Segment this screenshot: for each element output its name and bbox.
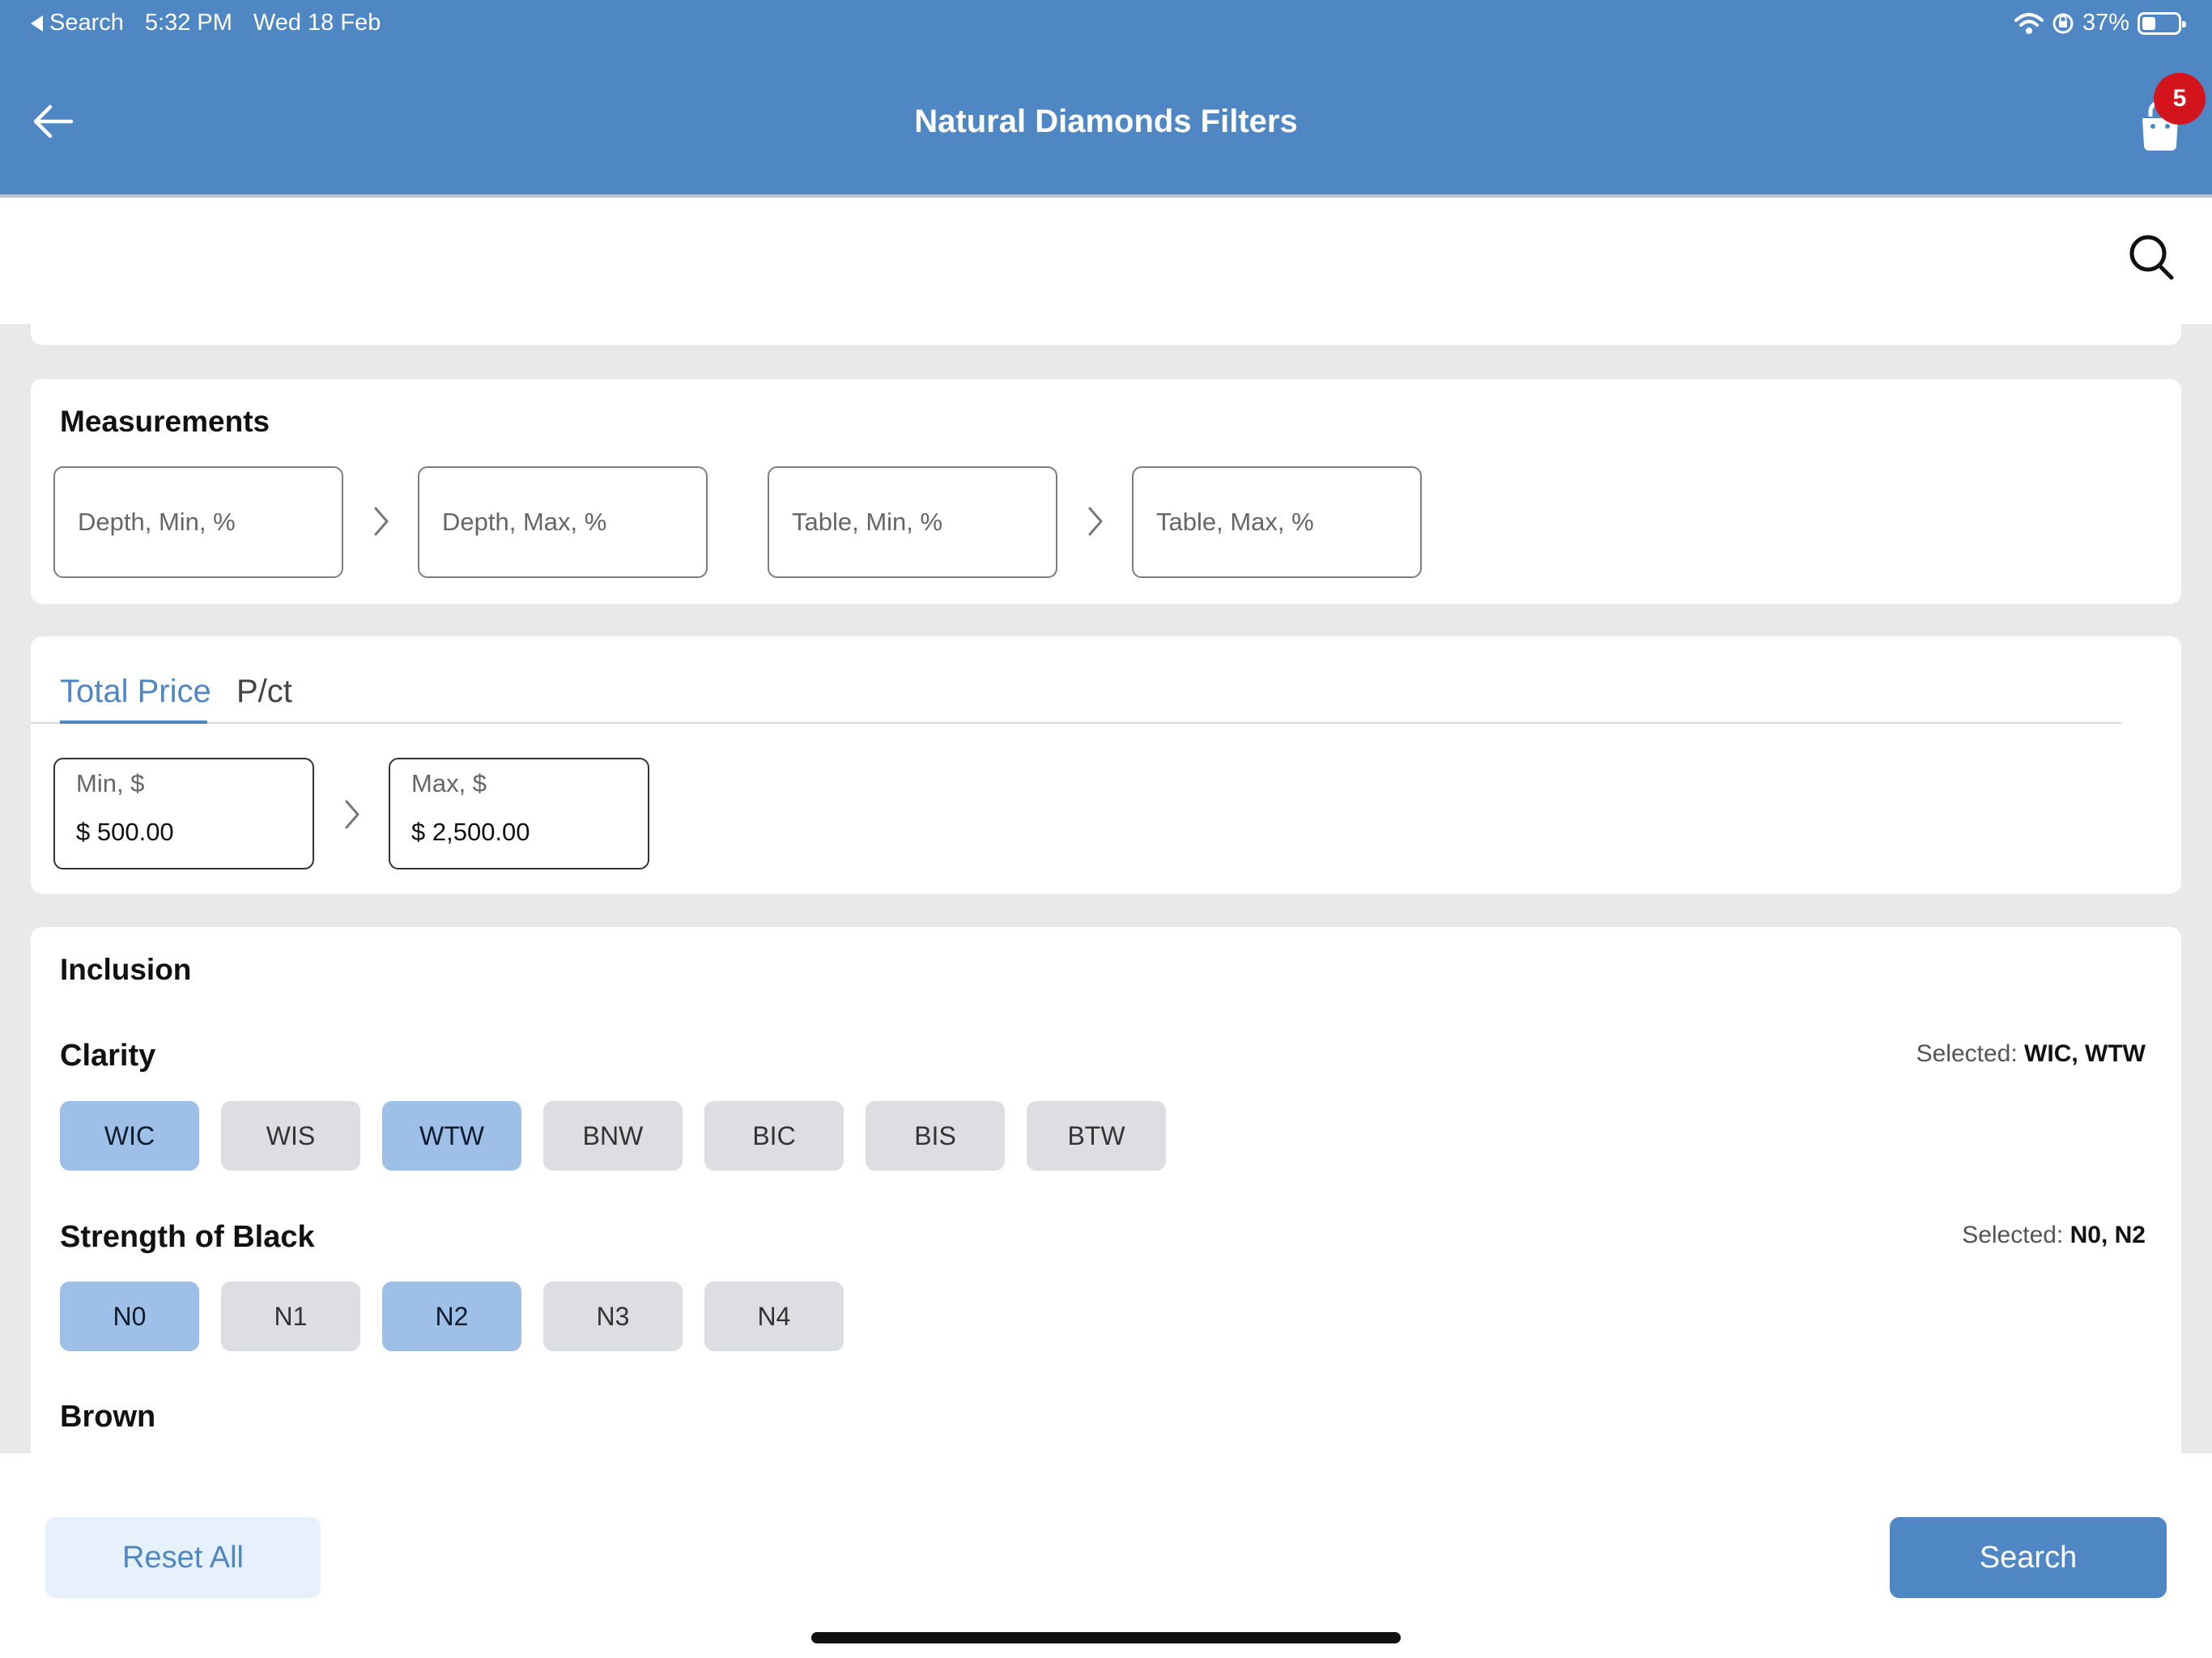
cart-count-badge: 5 bbox=[2154, 73, 2206, 125]
price-max-value: $ 2,500.00 bbox=[411, 818, 530, 846]
inclusion-title: Inclusion bbox=[60, 953, 192, 986]
orientation-lock-icon bbox=[2052, 13, 2074, 33]
depth-min-placeholder: Depth, Min, % bbox=[78, 508, 236, 536]
tab-total-price[interactable]: Total Price bbox=[60, 674, 211, 710]
clarity-chip-btw[interactable]: BTW bbox=[1027, 1101, 1166, 1171]
clarity-chip-bic[interactable]: BIC bbox=[704, 1101, 844, 1171]
reset-all-button[interactable]: Reset All bbox=[45, 1517, 321, 1598]
battery-fill bbox=[2142, 16, 2155, 30]
clarity-selected-label: Selected: bbox=[1916, 1040, 2018, 1067]
back-triangle-icon bbox=[31, 15, 43, 32]
back-to-search-link[interactable]: Search bbox=[31, 10, 124, 36]
tab-divider bbox=[31, 722, 2121, 724]
tab-price-per-carat[interactable]: P/ct bbox=[236, 674, 292, 710]
strength-chip-n4[interactable]: N4 bbox=[704, 1282, 844, 1351]
clarity-chip-wic[interactable]: WIC bbox=[60, 1101, 199, 1171]
chevron-right-icon bbox=[374, 507, 389, 536]
price-max-field[interactable]: Max, $ $ 2,500.00 bbox=[389, 758, 649, 869]
strength-selected-label: Selected: bbox=[1962, 1222, 2064, 1248]
clarity-title: Clarity bbox=[60, 1039, 156, 1073]
strength-chip-n0[interactable]: N0 bbox=[60, 1282, 199, 1351]
active-tab-indicator bbox=[60, 721, 207, 724]
table-min-field[interactable]: Table, Min, % bbox=[768, 466, 1057, 578]
clarity-chip-bis[interactable]: BIS bbox=[866, 1101, 1005, 1171]
clarity-selected: Selected: WIC, WTW bbox=[1916, 1040, 2146, 1068]
table-max-placeholder: Table, Max, % bbox=[1156, 508, 1314, 536]
clarity-chip-wis[interactable]: WIS bbox=[221, 1101, 360, 1171]
strength-chip-n1[interactable]: N1 bbox=[221, 1282, 360, 1351]
search-icon[interactable] bbox=[2128, 233, 2175, 282]
depth-max-placeholder: Depth, Max, % bbox=[442, 508, 607, 536]
clarity-chip-wtw[interactable]: WTW bbox=[382, 1101, 521, 1171]
strength-chip-n2[interactable]: N2 bbox=[382, 1282, 521, 1351]
measurements-title: Measurements bbox=[60, 405, 270, 438]
status-date: Wed 18 Feb bbox=[253, 10, 381, 36]
chevron-right-icon bbox=[1088, 507, 1103, 536]
home-indicator[interactable] bbox=[811, 1632, 1401, 1643]
status-time: 5:32 PM bbox=[144, 10, 232, 36]
price-max-label: Max, $ bbox=[411, 769, 487, 797]
strength-selected-values: N0, N2 bbox=[2069, 1222, 2146, 1248]
back-to-search-label: Search bbox=[49, 10, 124, 36]
inclusion-card: Inclusion Clarity Selected: WIC, WTW WIC… bbox=[31, 927, 2181, 1453]
price-card: Total Price P/ct Min, $ $ 500.00 Max, $ … bbox=[31, 636, 2181, 894]
chevron-right-icon bbox=[345, 800, 359, 829]
search-bar[interactable] bbox=[0, 198, 2212, 324]
clarity-selected-values: WIC, WTW bbox=[2024, 1040, 2146, 1067]
search-button[interactable]: Search bbox=[1890, 1517, 2167, 1598]
depth-max-field[interactable]: Depth, Max, % bbox=[418, 466, 708, 578]
table-max-field[interactable]: Table, Max, % bbox=[1132, 466, 1422, 578]
status-bar: Search 5:32 PM Wed 18 Feb 37% bbox=[0, 0, 2212, 49]
wifi-icon bbox=[2014, 12, 2044, 34]
price-min-label: Min, $ bbox=[76, 769, 145, 797]
price-min-field[interactable]: Min, $ $ 500.00 bbox=[53, 758, 314, 869]
depth-min-field[interactable]: Depth, Min, % bbox=[53, 466, 343, 578]
page-title: Natural Diamonds Filters bbox=[914, 104, 1298, 139]
table-min-placeholder: Table, Min, % bbox=[792, 508, 943, 536]
strength-selected: Selected: N0, N2 bbox=[1962, 1222, 2146, 1249]
clarity-chip-bnw[interactable]: BNW bbox=[543, 1101, 683, 1171]
strength-of-black-title: Strength of Black bbox=[60, 1220, 315, 1254]
app-header: Search 5:32 PM Wed 18 Feb 37% Natural Di… bbox=[0, 0, 2212, 198]
previous-card-edge bbox=[31, 324, 2181, 345]
battery-icon bbox=[2138, 11, 2186, 35]
bottom-action-bar: Reset All Search bbox=[0, 1453, 2212, 1658]
brown-title: Brown bbox=[60, 1400, 156, 1434]
strength-chip-n3[interactable]: N3 bbox=[543, 1282, 683, 1351]
measurements-card: Measurements Depth, Min, % Depth, Max, %… bbox=[31, 379, 2181, 604]
price-min-value: $ 500.00 bbox=[76, 818, 174, 846]
battery-percentage: 37% bbox=[2082, 10, 2129, 36]
